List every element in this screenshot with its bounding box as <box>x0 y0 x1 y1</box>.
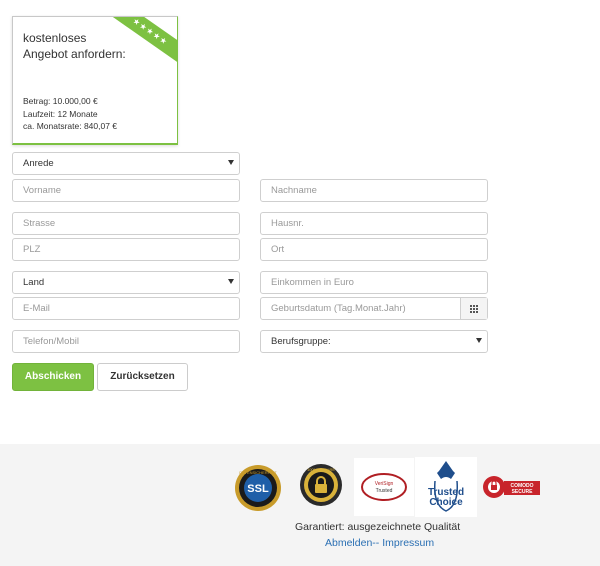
berufsgruppe-value: Berufsgruppe: <box>271 336 331 347</box>
strasse-input[interactable]: Strasse <box>12 212 240 235</box>
verisign-trusted-label: Trusted <box>376 488 393 494</box>
anrede-value: Anrede <box>23 158 54 169</box>
offer-details: Betrag: 10.000,00 € Laufzeit: 12 Monate … <box>23 95 117 133</box>
link-separator: -- <box>372 537 380 549</box>
telefon-input[interactable]: Telefon/Mobil <box>12 330 240 353</box>
chevron-down-icon <box>476 338 482 343</box>
footer-links: Abmelden-- Impressum <box>325 537 434 549</box>
calendar-grid-icon <box>470 304 478 313</box>
ssl-badge-icon: SSL DATENSICHERHEIT <box>235 465 281 511</box>
comodo-secure-badge-icon: COMODO SECURE <box>483 476 540 498</box>
plz-input[interactable]: PLZ <box>12 238 240 261</box>
offer-monatsrate: ca. Monatsrate: 840,07 € <box>23 121 118 131</box>
email-input[interactable]: E-Mail <box>12 297 240 320</box>
verisign-label: VeriSign <box>375 481 394 487</box>
reset-button[interactable]: Zurücksetzen <box>97 363 188 391</box>
secure-lock-badge-icon: 100% SECURE <box>300 464 342 506</box>
berufsgruppe-select[interactable]: Berufsgruppe: <box>260 330 488 353</box>
land-value: Land <box>23 277 45 288</box>
comodo-secure-label: SECURE <box>512 489 534 495</box>
nachname-input[interactable]: Nachname <box>260 179 488 202</box>
verisign-badge-icon: VeriSign Trusted <box>354 458 414 516</box>
geburtsdatum-placeholder: Geburtsdatum (Tag.Monat.Jahr) <box>271 303 406 314</box>
submit-button[interactable]: Abschicken <box>12 363 94 391</box>
offer-card: ★★★★★ kostenloses Angebot anfordern: Bet… <box>12 16 178 145</box>
choice-label: Choice <box>429 497 463 508</box>
land-select[interactable]: Land <box>12 271 240 294</box>
einkommen-input[interactable]: Einkommen in Euro <box>260 271 488 294</box>
offer-laufzeit: Laufzeit: 12 Monate <box>23 108 98 119</box>
abmelden-link[interactable]: Abmelden <box>325 537 372 549</box>
hausnr-input[interactable]: Hausnr. <box>260 212 488 235</box>
offer-betrag: Betrag: 10.000,00 € <box>23 96 98 106</box>
ort-input[interactable]: Ort <box>260 238 488 261</box>
impressum-link[interactable]: Impressum <box>382 537 434 549</box>
chevron-down-icon <box>228 279 234 284</box>
offer-title: kostenloses Angebot anfordern: <box>23 31 126 61</box>
vorname-input[interactable]: Vorname <box>12 179 240 202</box>
chevron-down-icon <box>228 160 234 165</box>
trusted-choice-badge-icon: Trusted Choice <box>415 457 477 517</box>
guarantee-text: Garantiert: ausgezeichnete Qualität <box>295 521 461 533</box>
ssl-ring-label: DATENSICHERHEIT <box>239 470 277 475</box>
anrede-select[interactable]: Anrede <box>12 152 240 175</box>
secure-label: 100% SECURE <box>307 467 335 472</box>
ssl-label: SSL <box>247 483 269 495</box>
calendar-button[interactable] <box>460 298 487 319</box>
geburtsdatum-input[interactable]: Geburtsdatum (Tag.Monat.Jahr) <box>260 297 488 320</box>
